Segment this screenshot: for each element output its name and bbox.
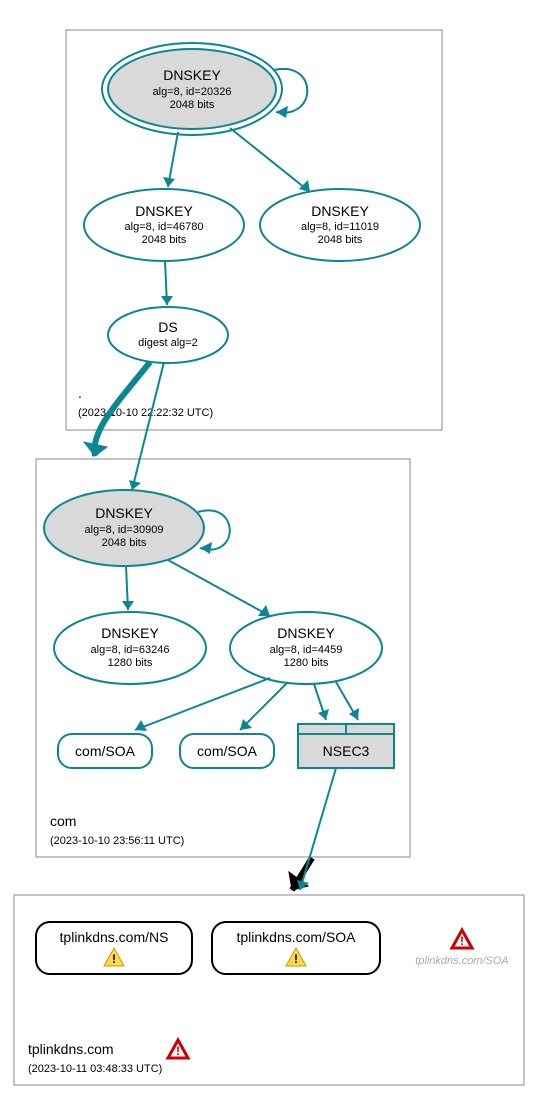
node-tplinkdns-ns[interactable]: tplinkdns.com/NS !: [36, 922, 192, 974]
node-root-ds[interactable]: DS digest alg=2: [108, 307, 228, 363]
svg-text:com/SOA: com/SOA: [197, 743, 258, 759]
svg-text:alg=8, id=30909: alg=8, id=30909: [85, 524, 164, 536]
svg-text:!: !: [176, 1044, 180, 1058]
svg-text:alg=8, id=46780: alg=8, id=46780: [125, 221, 204, 233]
zone-com-label: com: [50, 813, 76, 829]
svg-text:2048 bits: 2048 bits: [142, 234, 187, 246]
svg-text:1280 bits: 1280 bits: [108, 657, 153, 669]
error-icon: !: [452, 930, 472, 948]
svg-text:com/SOA: com/SOA: [75, 743, 136, 759]
svg-text:!: !: [460, 934, 464, 948]
svg-text:tplinkdns.com/NS: tplinkdns.com/NS: [60, 929, 169, 945]
node-com-soa-2[interactable]: com/SOA: [180, 734, 274, 768]
edge-4459-soa1: [135, 678, 270, 730]
zone-tplinkdns-timestamp: (2023-10-11 03:48:33 UTC): [28, 1063, 162, 1075]
svg-text:2048 bits: 2048 bits: [102, 537, 147, 549]
node-com-ksk[interactable]: DNSKEY alg=8, id=30909 2048 bits: [44, 490, 204, 566]
svg-text:alg=8, id=63246: alg=8, id=63246: [91, 644, 170, 656]
svg-text:NSEC3: NSEC3: [323, 743, 370, 759]
edge-com-ksk-4459: [168, 560, 270, 616]
svg-text:DNSKEY: DNSKEY: [101, 625, 159, 641]
zone-com-timestamp: (2023-10-10 23:56:11 UTC): [50, 835, 184, 847]
svg-text:!: !: [112, 952, 116, 966]
svg-text:alg=8, id=20326: alg=8, id=20326: [153, 86, 232, 98]
svg-text:digest alg=2: digest alg=2: [138, 337, 198, 349]
node-com-key-4459[interactable]: DNSKEY alg=8, id=4459 1280 bits: [230, 612, 382, 684]
svg-text:DNSKEY: DNSKEY: [163, 67, 221, 83]
svg-text:DNSKEY: DNSKEY: [95, 505, 153, 521]
node-com-soa-1[interactable]: com/SOA: [58, 734, 152, 768]
svg-text:2048 bits: 2048 bits: [318, 234, 363, 246]
node-tplinkdns-soa-error[interactable]: ! tplinkdns.com/SOA: [415, 930, 509, 967]
error-icon: !: [168, 1040, 188, 1058]
edge-4459-soa2: [240, 682, 288, 730]
svg-text:alg=8, id=11019: alg=8, id=11019: [301, 221, 379, 233]
zone-root-timestamp: (2023-10-10 22:22:32 UTC): [78, 407, 213, 419]
zone-tplinkdns-label: tplinkdns.com: [28, 1041, 114, 1057]
svg-text:2048 bits: 2048 bits: [170, 99, 215, 111]
svg-text:tplinkdns.com/SOA: tplinkdns.com/SOA: [415, 955, 509, 967]
node-root-key-11019[interactable]: DNSKEY alg=8, id=11019 2048 bits: [260, 189, 420, 261]
svg-text:DS: DS: [158, 319, 177, 335]
node-tplinkdns-soa[interactable]: tplinkdns.com/SOA !: [212, 922, 380, 974]
svg-text:alg=8, id=4459: alg=8, id=4459: [270, 644, 343, 656]
svg-text:1280 bits: 1280 bits: [284, 657, 329, 669]
edge-nsec3-to-tplinkdns: [300, 768, 336, 890]
node-com-nsec3[interactable]: NSEC3: [298, 724, 394, 768]
svg-text:tplinkdns.com/SOA: tplinkdns.com/SOA: [236, 929, 356, 945]
svg-text:DNSKEY: DNSKEY: [135, 203, 193, 219]
svg-text:DNSKEY: DNSKEY: [311, 203, 369, 219]
node-root-ksk[interactable]: DNSKEY alg=8, id=20326 2048 bits: [102, 43, 282, 135]
edge-root-ksk-11019: [230, 128, 310, 192]
svg-text:DNSKEY: DNSKEY: [277, 625, 335, 641]
svg-text:!: !: [294, 952, 298, 966]
node-com-key-63246[interactable]: DNSKEY alg=8, id=63246 1280 bits: [54, 612, 206, 684]
node-root-key-46780[interactable]: DNSKEY alg=8, id=46780 2048 bits: [84, 189, 244, 261]
zone-root-label: .: [78, 385, 82, 401]
